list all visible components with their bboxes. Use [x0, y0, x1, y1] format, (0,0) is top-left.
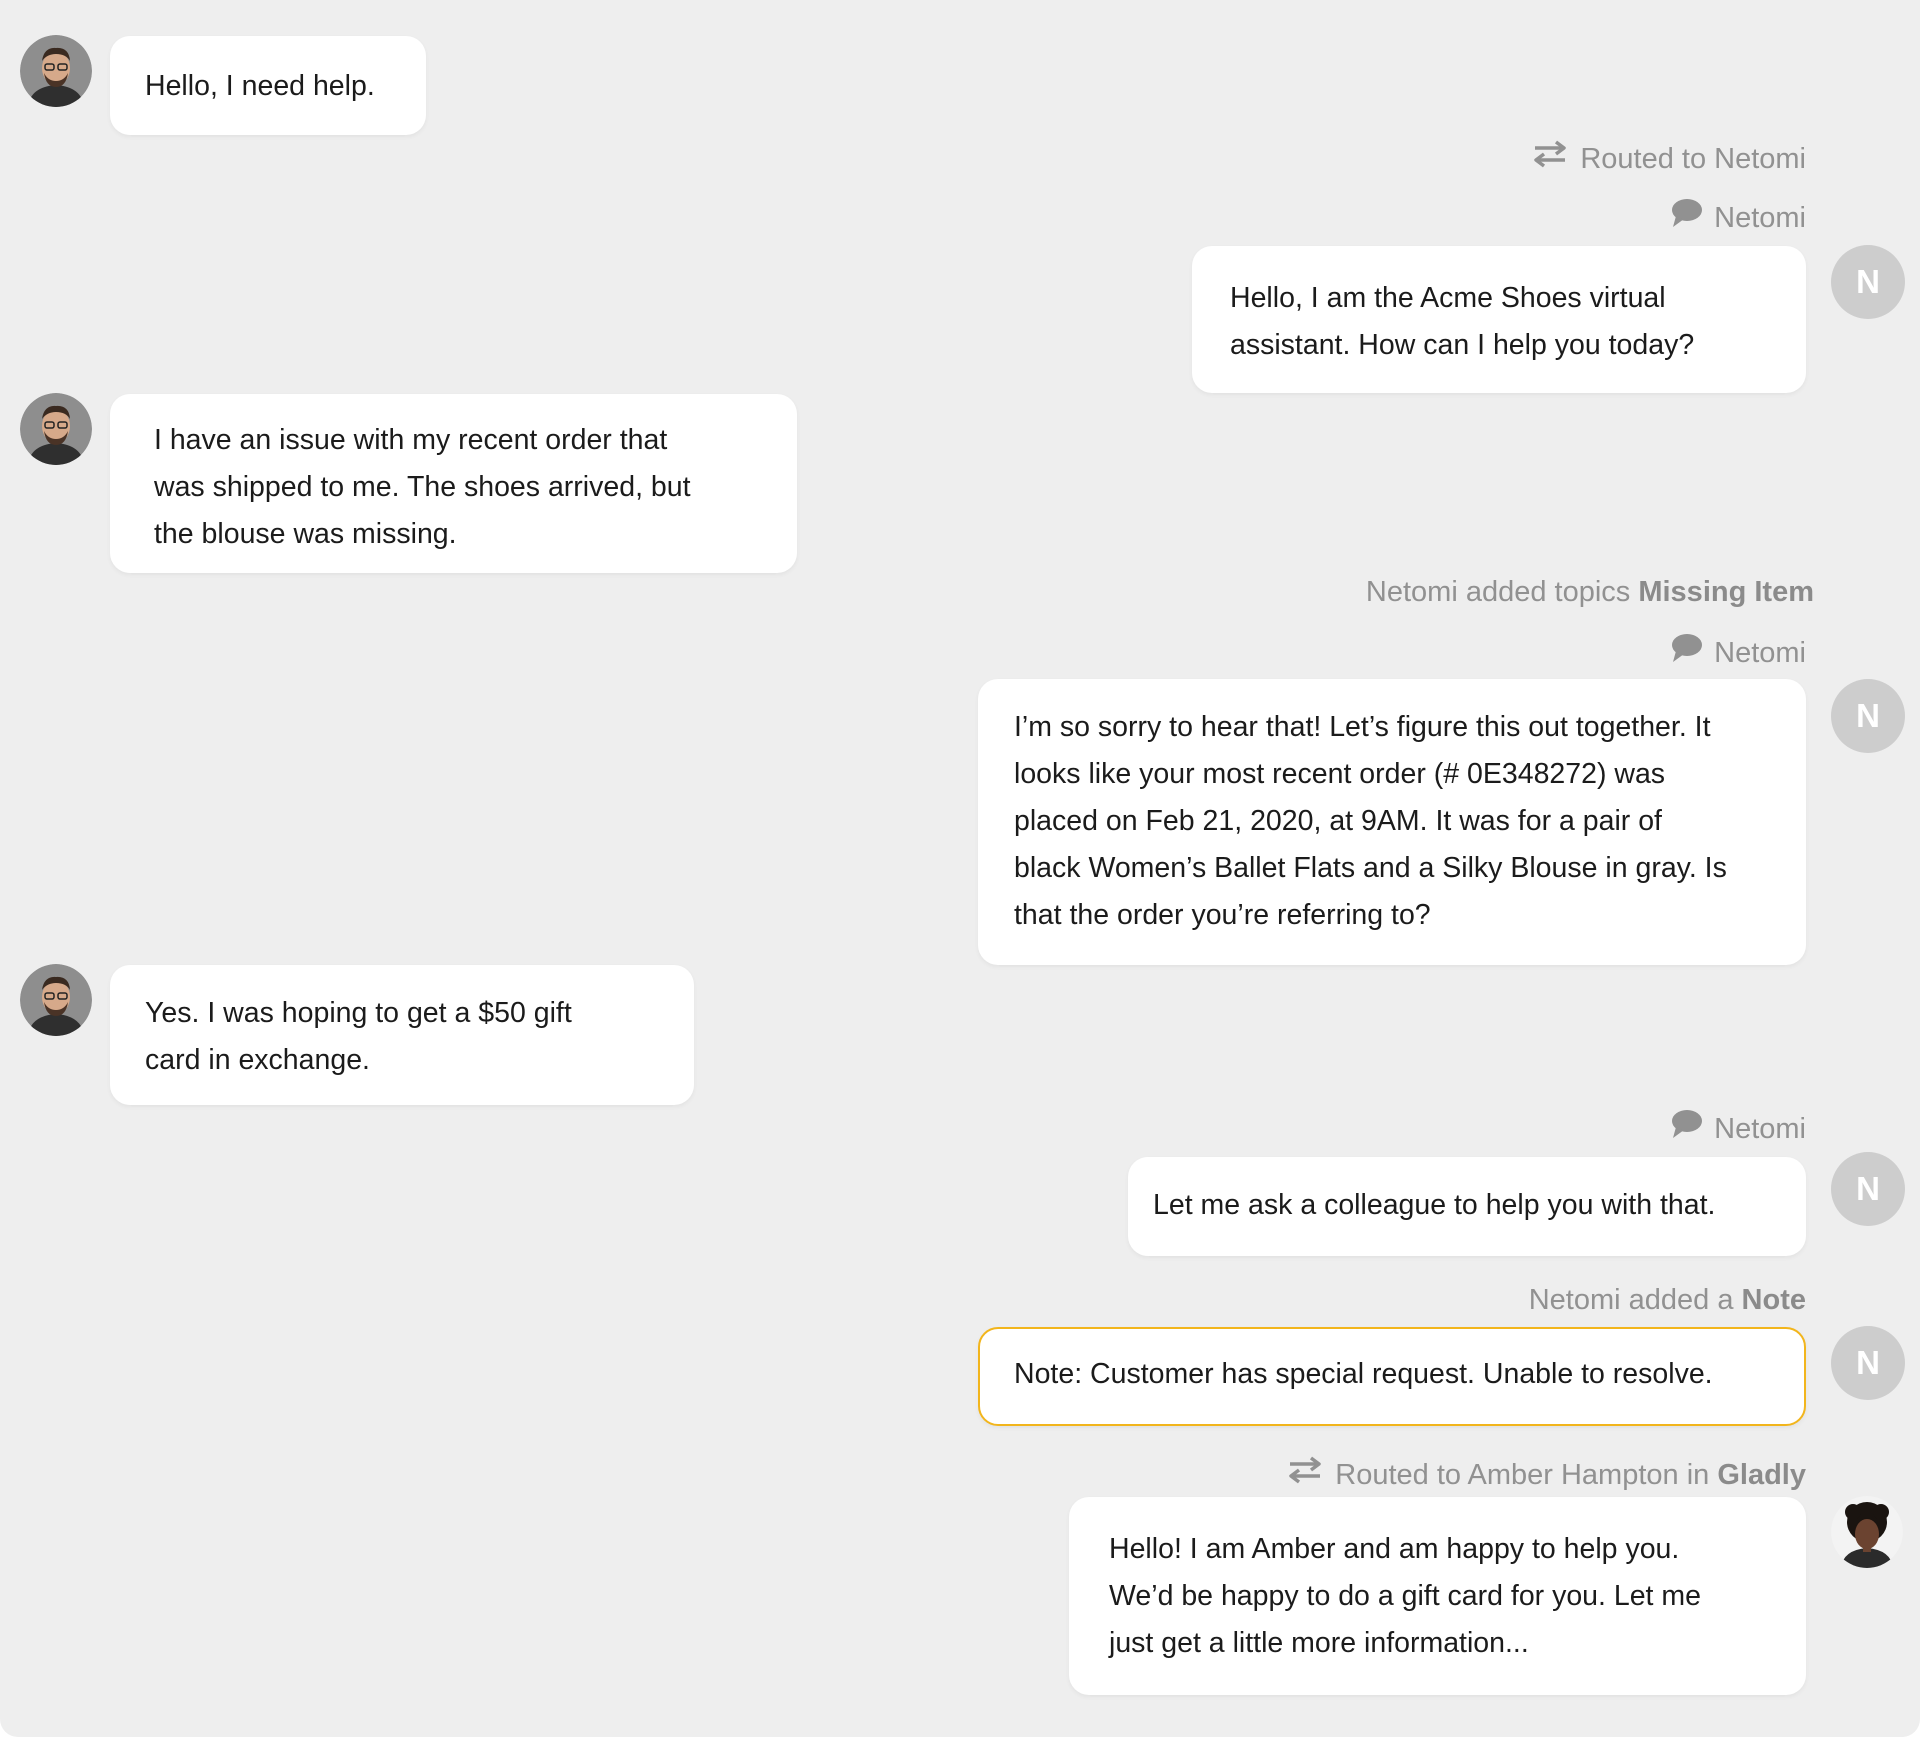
sender-name: Netomi — [1714, 201, 1806, 234]
sender-label: Netomi — [1670, 1108, 1806, 1149]
message-text: assistant. How can I help you today? — [1230, 329, 1695, 361]
chat-transcript: Hello, I need help. Routed to Netomi Net… — [0, 0, 1920, 1737]
customer-avatar — [20, 35, 92, 107]
message-text: just get a little more information... — [1109, 1627, 1529, 1659]
message-text: was shipped to me. The shoes arrived, bu… — [154, 471, 691, 503]
agent-message: Hello! I am Amber and am happy to help y… — [1069, 1497, 1806, 1695]
speech-bubble-icon — [1670, 1108, 1703, 1149]
customer-avatar — [20, 393, 92, 465]
customer-avatar — [20, 964, 92, 1036]
note-event: Netomi added a Note — [1529, 1282, 1806, 1318]
customer-message: Hello, I need help. — [110, 36, 426, 135]
message-text: the blouse was missing. — [154, 518, 457, 550]
message-text: I have an issue with my recent order tha… — [154, 424, 668, 456]
message-text: Let me ask a colleague to help you with … — [1153, 1189, 1716, 1221]
customer-message: Yes. I was hoping to get a $50 gift card… — [110, 965, 694, 1105]
note-text: Note: Customer has special request. Unab… — [1014, 1358, 1713, 1390]
bot-avatar: N — [1831, 245, 1905, 319]
customer-photo-icon — [20, 393, 92, 465]
topics-event: Netomi added topics Missing Item — [1366, 574, 1814, 610]
speech-bubble-icon — [1670, 197, 1703, 238]
event-text: Routed to Amber Hampton in — [1335, 1458, 1710, 1491]
sender-label: Netomi — [1670, 197, 1806, 238]
message-text: Hello, I am the Acme Shoes virtual — [1230, 282, 1666, 314]
note-label: Note — [1741, 1284, 1806, 1316]
bot-avatar: N — [1831, 1326, 1905, 1400]
message-text: Yes. I was hoping to get a $50 gift — [145, 997, 572, 1029]
message-text: I’m so sorry to hear that! Let’s figure … — [1014, 711, 1711, 743]
routing-event: Routed to Amber Hampton in Gladly — [1287, 1456, 1806, 1493]
swap-arrows-icon — [1532, 140, 1568, 177]
event-text: Netomi added a — [1528, 1284, 1734, 1316]
agent-avatar — [1831, 1496, 1903, 1568]
message-text: We’d be happy to do a gift card for you.… — [1109, 1580, 1701, 1612]
message-text: card in exchange. — [145, 1044, 370, 1076]
event-text: Routed to Netomi — [1580, 142, 1806, 175]
topic-name: Missing Item — [1638, 576, 1814, 608]
event-text: Netomi added topics — [1365, 576, 1631, 608]
bot-message: Hello, I am the Acme Shoes virtual assis… — [1192, 246, 1806, 393]
message-text: placed on Feb 21, 2020, at 9AM. It was f… — [1014, 805, 1662, 837]
sender-label: Netomi — [1670, 632, 1806, 673]
customer-message: I have an issue with my recent order tha… — [110, 394, 797, 573]
routing-event: Routed to Netomi — [1532, 140, 1806, 177]
speech-bubble-icon — [1670, 632, 1703, 673]
message-text: looks like your most recent order (# 0E3… — [1014, 758, 1666, 790]
message-text: black Women’s Ballet Flats and a Silky B… — [1014, 852, 1727, 884]
customer-photo-icon — [20, 964, 92, 1036]
bot-message: I’m so sorry to hear that! Let’s figure … — [978, 679, 1806, 965]
customer-photo-icon — [20, 35, 92, 107]
internal-note: Note: Customer has special request. Unab… — [978, 1327, 1806, 1426]
agent-photo-icon — [1831, 1496, 1903, 1568]
message-text: Hello, I need help. — [145, 70, 375, 102]
sender-name: Netomi — [1714, 636, 1806, 669]
message-text: that the order you’re referring to? — [1014, 899, 1431, 931]
bot-message: Let me ask a colleague to help you with … — [1128, 1157, 1806, 1256]
sender-name: Netomi — [1714, 1112, 1806, 1145]
swap-arrows-icon — [1287, 1456, 1323, 1493]
bot-avatar: N — [1831, 679, 1905, 753]
message-text: Hello! I am Amber and am happy to help y… — [1109, 1533, 1680, 1565]
platform-name: Gladly — [1717, 1458, 1806, 1491]
bot-avatar: N — [1831, 1152, 1905, 1226]
